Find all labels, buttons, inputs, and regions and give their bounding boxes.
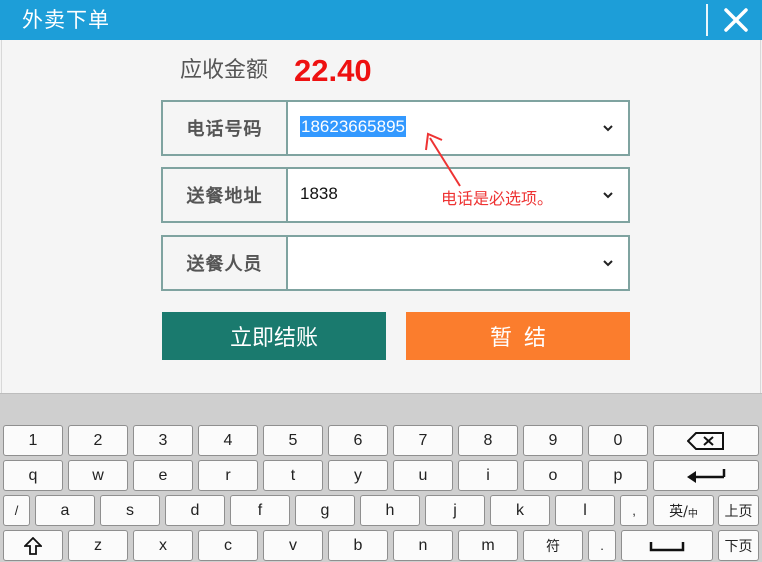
- title-separator: [706, 4, 708, 36]
- space-bar-icon: [649, 541, 685, 551]
- key-1[interactable]: 1: [3, 425, 63, 456]
- amount-label: 应收金额: [180, 58, 269, 83]
- key-7[interactable]: 7: [393, 425, 453, 456]
- backspace-icon: [687, 431, 724, 450]
- key-c[interactable]: c: [198, 530, 258, 561]
- amount-value: 22.40: [294, 53, 372, 88]
- space-key[interactable]: [621, 530, 713, 561]
- key-r[interactable]: r: [198, 460, 258, 491]
- close-button[interactable]: [716, 3, 756, 37]
- key-e[interactable]: e: [133, 460, 193, 491]
- key-f[interactable]: f: [230, 495, 290, 526]
- language-toggle-key[interactable]: 英/中: [653, 495, 714, 526]
- courier-input[interactable]: [288, 237, 628, 289]
- key-comma[interactable]: ,: [620, 495, 648, 526]
- key-y[interactable]: y: [328, 460, 388, 491]
- backspace-key[interactable]: [653, 425, 759, 456]
- key-u[interactable]: u: [393, 460, 453, 491]
- courier-field: 送餐人员: [161, 235, 630, 291]
- key-j[interactable]: j: [425, 495, 485, 526]
- key-p[interactable]: p: [588, 460, 648, 491]
- close-icon: [724, 8, 748, 32]
- courier-label: 送餐人员: [163, 237, 288, 289]
- key-h[interactable]: h: [360, 495, 420, 526]
- phone-field: 电话号码 18623665895: [161, 100, 630, 156]
- onscreen-keyboard: 1 2 3 4 5 6 7 8 9 0 q w e r t y u i o p …: [0, 393, 762, 562]
- key-d[interactable]: d: [165, 495, 225, 526]
- key-i[interactable]: i: [458, 460, 518, 491]
- key-m[interactable]: m: [458, 530, 518, 561]
- key-4[interactable]: 4: [198, 425, 258, 456]
- address-value: 1838: [300, 184, 338, 203]
- key-5[interactable]: 5: [263, 425, 323, 456]
- title-bar: 外卖下单: [0, 0, 762, 40]
- phone-value: 18623665895: [300, 116, 407, 137]
- key-2[interactable]: 2: [68, 425, 128, 456]
- key-w[interactable]: w: [68, 460, 128, 491]
- shift-up-arrow-icon: [24, 536, 42, 555]
- key-v[interactable]: v: [263, 530, 323, 561]
- shift-key[interactable]: [3, 530, 63, 561]
- symbol-key[interactable]: 符: [523, 530, 583, 561]
- key-9[interactable]: 9: [523, 425, 583, 456]
- address-label: 送餐地址: [163, 169, 288, 221]
- key-x[interactable]: x: [133, 530, 193, 561]
- key-period[interactable]: .: [588, 530, 616, 561]
- window-title: 外卖下单: [22, 8, 110, 32]
- language-toggle-sub: 中: [687, 509, 698, 520]
- phone-required-hint: 电话是必选项。: [441, 189, 554, 208]
- key-s[interactable]: s: [100, 495, 160, 526]
- checkout-button[interactable]: 立即结账: [162, 312, 386, 360]
- key-b[interactable]: b: [328, 530, 388, 561]
- key-l[interactable]: l: [555, 495, 615, 526]
- key-0[interactable]: 0: [588, 425, 648, 456]
- key-q[interactable]: q: [3, 460, 63, 491]
- key-k[interactable]: k: [490, 495, 550, 526]
- key-slash[interactable]: /: [3, 495, 30, 526]
- page-down-key[interactable]: 下页: [718, 530, 759, 561]
- key-g[interactable]: g: [295, 495, 355, 526]
- address-field: 送餐地址 1838: [161, 167, 630, 223]
- hold-button[interactable]: 暂结: [406, 312, 630, 360]
- key-3[interactable]: 3: [133, 425, 193, 456]
- key-8[interactable]: 8: [458, 425, 518, 456]
- chevron-down-icon[interactable]: [602, 257, 614, 269]
- key-n[interactable]: n: [393, 530, 453, 561]
- key-t[interactable]: t: [263, 460, 323, 491]
- annotation-arrow-icon: [425, 132, 461, 187]
- key-z[interactable]: z: [68, 530, 128, 561]
- page-up-key[interactable]: 上页: [718, 495, 759, 526]
- language-toggle-label: 英/: [669, 503, 688, 520]
- chevron-down-icon[interactable]: [602, 189, 614, 201]
- key-6[interactable]: 6: [328, 425, 388, 456]
- key-o[interactable]: o: [523, 460, 583, 491]
- phone-label: 电话号码: [163, 102, 288, 154]
- enter-key[interactable]: [653, 460, 759, 491]
- key-a[interactable]: a: [35, 495, 95, 526]
- enter-icon: [687, 468, 726, 483]
- chevron-down-icon[interactable]: [602, 122, 614, 134]
